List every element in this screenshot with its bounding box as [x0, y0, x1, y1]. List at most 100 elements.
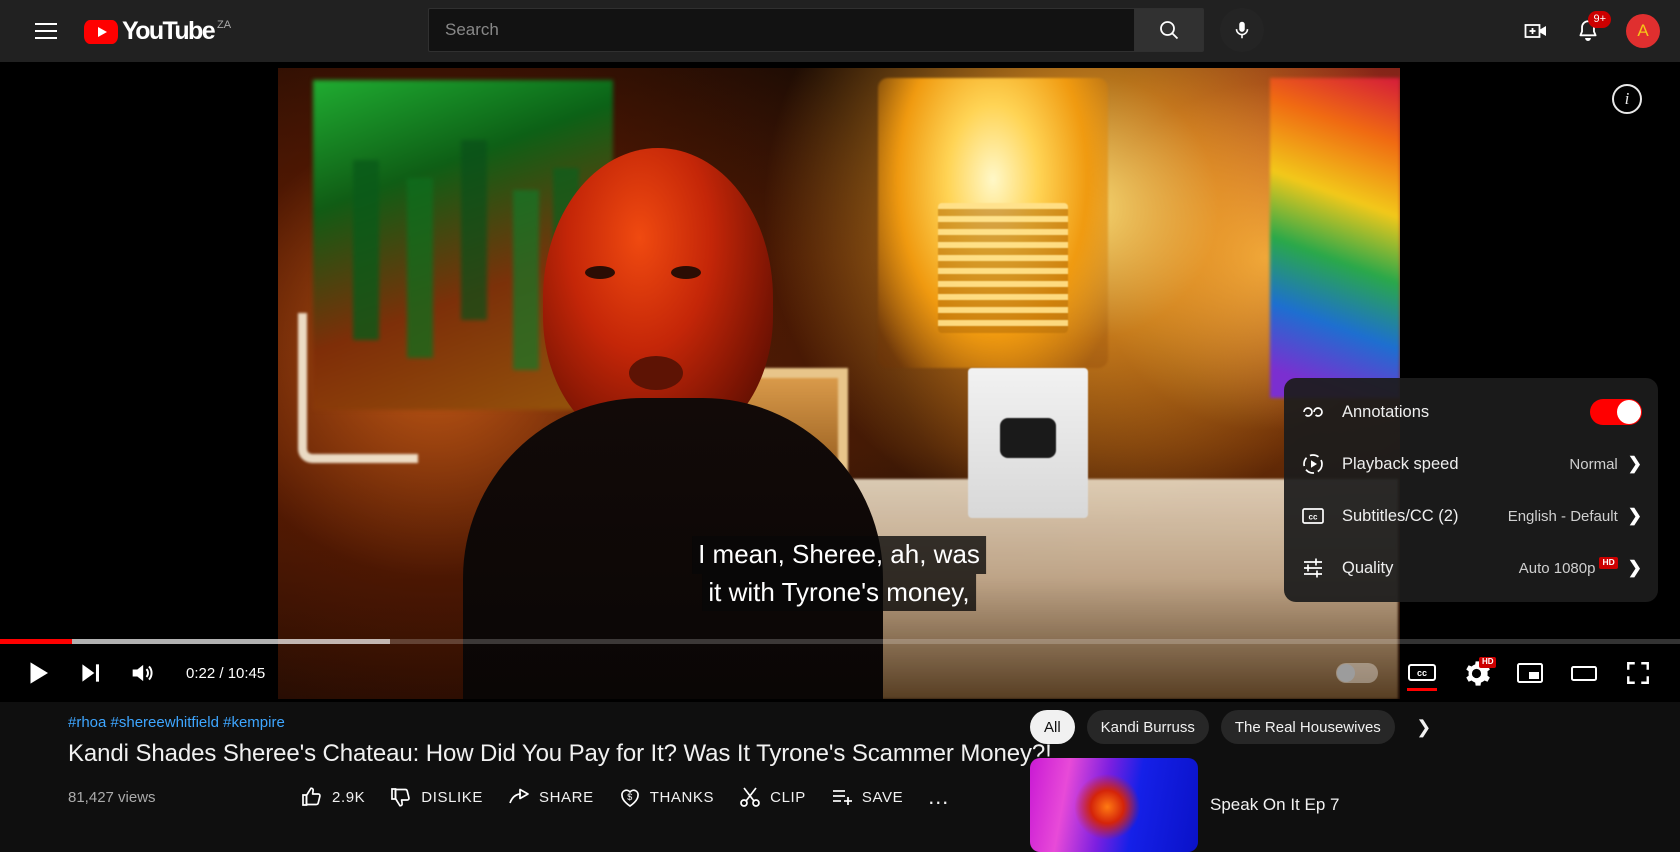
play-icon: [30, 662, 48, 684]
youtube-logo-text: YouTube: [122, 17, 216, 45]
video-player[interactable]: I mean, Sheree, ah, was it with Tyrone's…: [0, 62, 1680, 702]
list-item[interactable]: Speak On It Ep 7: [1030, 758, 1680, 852]
search-zone: [428, 8, 1264, 52]
volume-button[interactable]: [118, 649, 166, 697]
thanks-icon: $: [620, 789, 639, 807]
caption-line: it with Tyrone's money,: [702, 573, 976, 611]
hamburger-bar: [35, 37, 57, 39]
caption-line: I mean, Sheree, ah, was: [692, 536, 986, 574]
cc-icon: cc: [1300, 503, 1326, 529]
view-count: 81,427 views: [68, 788, 156, 806]
create-video-button[interactable]: [1514, 9, 1558, 53]
below-player-area: #rhoa #shereewhitfield #kempire Kandi Sh…: [0, 702, 1680, 852]
create-video-icon: [1524, 24, 1546, 38]
miniplayer-icon: [1517, 663, 1543, 683]
recommendations-sidebar: All Kandi Burruss The Real Housewives ❯ …: [1030, 702, 1680, 852]
menu-label-subtitles: Subtitles/CC (2): [1342, 506, 1459, 525]
info-icon[interactable]: i: [1612, 84, 1642, 114]
youtube-country-code: ZA: [217, 19, 232, 31]
theater-mode-button[interactable]: [1560, 649, 1608, 697]
share-button[interactable]: SHARE: [507, 785, 594, 809]
save-icon: [832, 790, 852, 805]
svg-text:cc: cc: [1309, 513, 1318, 522]
menu-value-subtitles: English - Default: [1507, 507, 1618, 525]
menu-value-quality: Auto 1080p HD: [1519, 557, 1618, 577]
fullscreen-button[interactable]: [1614, 649, 1662, 697]
menu-item-playback-speed[interactable]: Playback speed Normal ❯: [1284, 438, 1658, 490]
settings-button[interactable]: HD: [1452, 649, 1500, 697]
clip-label: CLIP: [770, 788, 806, 806]
youtube-logo[interactable]: YouTube ZA: [84, 17, 231, 45]
recommendation-thumbnail: [1030, 758, 1198, 852]
avatar[interactable]: A: [1626, 14, 1660, 48]
menu-value-playback-speed: Normal: [1569, 455, 1618, 473]
menu-label-playback-speed: Playback speed: [1342, 454, 1459, 473]
notification-badge: 9+: [1588, 11, 1611, 28]
share-icon: [509, 788, 529, 804]
menu-item-subtitles[interactable]: cc Subtitles/CC (2) English - Default ❯: [1284, 490, 1658, 542]
video-person-eye-left: [585, 266, 615, 279]
clip-button[interactable]: CLIP: [738, 785, 806, 809]
player-controls: 0:22 / 10:45 cc HD: [0, 644, 1680, 702]
playback-speed-icon: [1300, 451, 1326, 477]
menu-item-quality[interactable]: Quality Auto 1080p HD ❯: [1284, 542, 1658, 594]
video-content: I mean, Sheree, ah, was it with Tyrone's…: [278, 68, 1400, 699]
volume-icon: [132, 664, 153, 682]
filter-chips-row: All Kandi Burruss The Real Housewives ❯: [1030, 702, 1680, 744]
share-label: SHARE: [539, 788, 594, 806]
video-neon-sign: [298, 313, 418, 463]
voice-search-button[interactable]: [1220, 8, 1264, 52]
miniplayer-button[interactable]: [1506, 649, 1554, 697]
video-play-button-plaque: [968, 368, 1088, 518]
microphone-icon: [1235, 21, 1249, 39]
thanks-button[interactable]: $ THANKS: [618, 785, 714, 809]
play-button[interactable]: [14, 649, 62, 697]
subtitles-active-underline: [1407, 688, 1437, 691]
chip-kandi-burruss[interactable]: Kandi Burruss: [1086, 710, 1209, 744]
menu-label-quality: Quality: [1342, 558, 1394, 577]
save-button[interactable]: SAVE: [830, 785, 903, 809]
search-box[interactable]: [428, 8, 1134, 52]
dislike-label: DISLIKE: [421, 788, 483, 806]
search-icon: [1160, 21, 1179, 40]
next-video-button[interactable]: [66, 649, 114, 697]
thanks-label: THANKS: [649, 788, 715, 806]
search-input[interactable]: [445, 20, 1134, 40]
more-actions-button[interactable]: …: [927, 786, 951, 808]
chip-the-real-housewives[interactable]: The Real Housewives: [1220, 710, 1395, 744]
hamburger-icon[interactable]: [24, 9, 68, 53]
chip-all[interactable]: All: [1030, 710, 1075, 744]
subtitles-button[interactable]: cc: [1398, 649, 1446, 697]
time-display: 0:22 / 10:45: [186, 664, 266, 682]
annotations-toggle[interactable]: [1590, 399, 1642, 425]
autoplay-toggle[interactable]: [1336, 663, 1378, 683]
hamburger-bar: [35, 23, 57, 25]
video-hashtags[interactable]: #rhoa #shereewhitfield #kempire: [68, 714, 1028, 731]
masthead-header: YouTube ZA Search 9+ A: [0, 0, 1680, 62]
fullscreen-icon: [1627, 662, 1649, 684]
page-title: Kandi Shades Sheree's Chateau: How Did Y…: [68, 740, 1052, 767]
video-person-eye-right: [671, 266, 701, 279]
hd-badge: HD: [1599, 557, 1618, 569]
player-controls-right: cc HD: [1336, 649, 1680, 697]
video-person: [463, 148, 883, 699]
like-button[interactable]: 2.9K: [300, 785, 365, 809]
annotations-icon: [1300, 399, 1326, 425]
settings-menu: Annotations Playback speed Normal ❯ cc S: [1284, 378, 1658, 602]
thumbs-up-icon: [302, 787, 321, 806]
search-button[interactable]: [1134, 8, 1204, 52]
player-controls-left: 0:22 / 10:45: [0, 649, 265, 697]
next-video-icon: [82, 664, 99, 682]
recommendation-title: Speak On It Ep 7: [1210, 794, 1340, 814]
chevron-right-icon: ❯: [1627, 506, 1642, 525]
menu-item-annotations[interactable]: Annotations: [1284, 386, 1658, 438]
video-metadata: #rhoa #shereewhitfield #kempire Kandi Sh…: [68, 702, 1052, 809]
video-captions: I mean, Sheree, ah, was it with Tyrone's…: [692, 536, 986, 611]
notifications-button[interactable]: 9+: [1566, 9, 1611, 53]
chevron-right-icon: ❯: [1627, 558, 1642, 577]
clip-icon: [740, 787, 760, 807]
dislike-button[interactable]: DISLIKE: [389, 785, 483, 809]
youtube-play-icon: [84, 20, 118, 44]
svg-text:$: $: [627, 792, 633, 802]
chevron-right-icon[interactable]: ❯: [1407, 710, 1441, 744]
